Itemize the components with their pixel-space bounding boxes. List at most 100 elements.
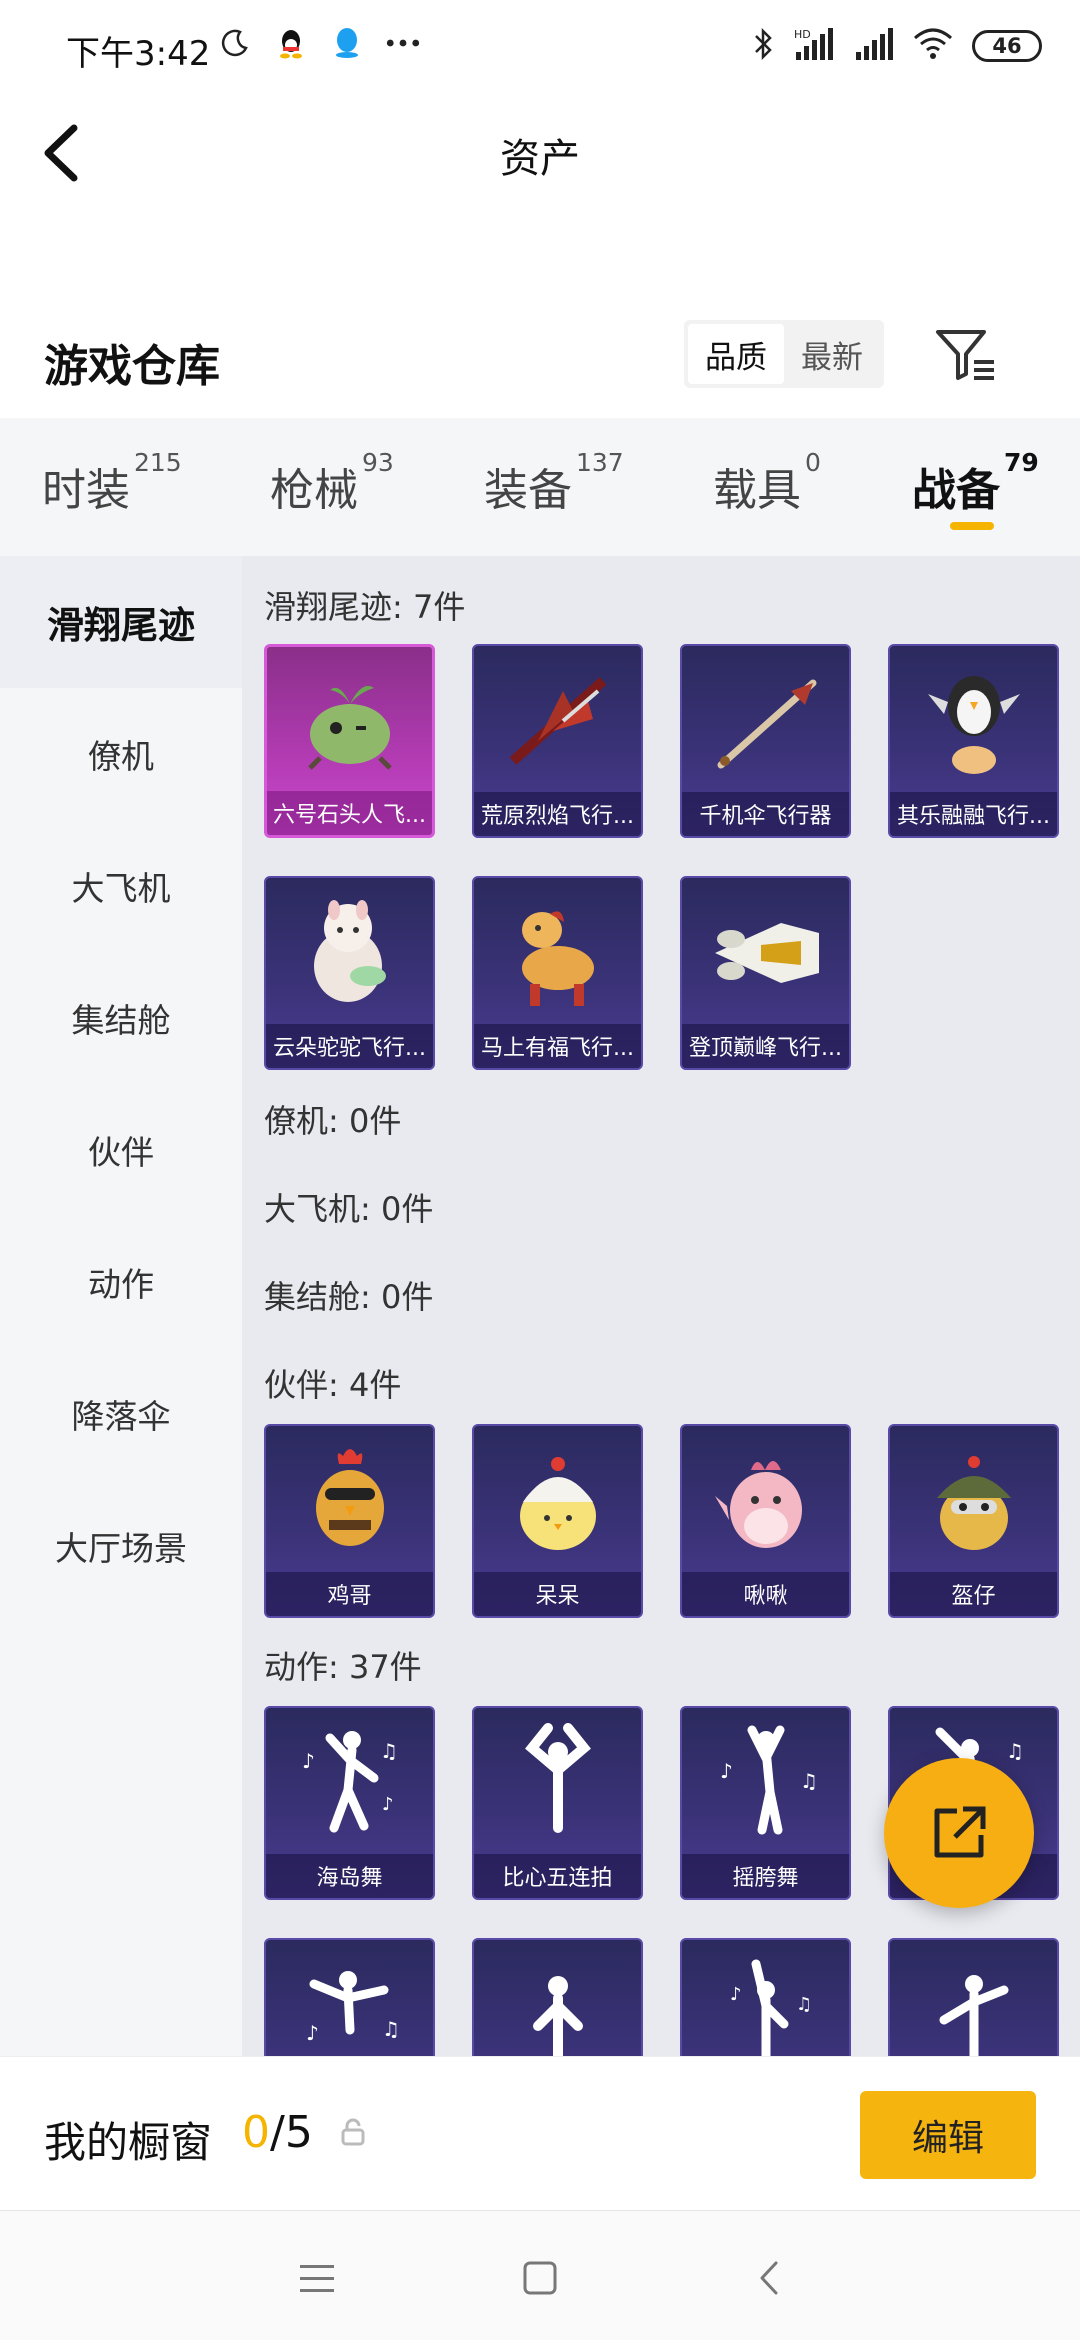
svg-text:♫: ♫ xyxy=(1006,1739,1024,1763)
alpaca-glider-icon xyxy=(266,878,433,1028)
section-heading-plane: 大飞机: 0件 xyxy=(264,1190,434,1228)
menu-icon xyxy=(300,2265,334,2292)
item-card[interactable]: 马上有福飞行... xyxy=(472,876,643,1070)
sort-newest-button[interactable]: 最新 xyxy=(784,324,880,384)
item-name: 海岛舞 xyxy=(266,1854,433,1898)
active-tab-indicator xyxy=(950,522,994,530)
sort-quality-button[interactable]: 品质 xyxy=(688,324,784,384)
battery-indicator: 46 xyxy=(972,30,1042,62)
sidebar-item-plane[interactable]: 大飞机 xyxy=(0,820,242,952)
category-tabs: 时装215 枪械93 装备137 载具0 战备79 xyxy=(0,418,1080,556)
svg-text:♫: ♫ xyxy=(800,1769,818,1793)
chicken-brother-icon xyxy=(266,1426,433,1576)
flame-glider-icon xyxy=(474,646,641,796)
umbrella-glider-icon xyxy=(682,646,849,796)
item-card[interactable]: 呆呆 xyxy=(472,1424,643,1618)
item-name: 啾啾 xyxy=(682,1572,849,1616)
sidebar-item-partner[interactable]: 伙伴 xyxy=(0,1084,242,1216)
tab-equipment[interactable]: 装备137 xyxy=(484,448,624,518)
svg-text:♪: ♪ xyxy=(720,1759,733,1783)
svg-text:♪: ♪ xyxy=(306,2021,319,2045)
sidebar-item-pod[interactable]: 集结舱 xyxy=(0,952,242,1084)
showcase-title: 我的橱窗 xyxy=(44,2118,213,2167)
edit-button[interactable]: 编辑 xyxy=(860,2091,1036,2179)
dancer-icon xyxy=(890,1940,1057,2056)
item-card[interactable]: ♪♫ xyxy=(264,1938,435,2056)
item-card[interactable]: 荒原烈焰飞行... xyxy=(472,644,643,838)
item-card[interactable] xyxy=(472,1938,643,2056)
horse-glider-icon xyxy=(474,878,641,1028)
system-back-button[interactable] xyxy=(744,2253,794,2303)
item-card[interactable]: 云朵驼驼飞行... xyxy=(264,876,435,1070)
item-card[interactable]: ♪ ♫ 摇胯舞 xyxy=(680,1706,851,1900)
item-name: 千机伞飞行器 xyxy=(682,792,849,836)
sort-toggle: 品质 最新 xyxy=(684,320,884,388)
page-title: 资产 xyxy=(500,136,580,182)
section-heading-emote: 动作: 37件 xyxy=(264,1648,422,1686)
sidebar-item-parachute[interactable]: 降落伞 xyxy=(0,1348,242,1480)
signal-icon xyxy=(854,26,894,66)
tab-fashion[interactable]: 时装215 xyxy=(42,448,182,518)
dai-chick-icon xyxy=(474,1426,641,1576)
helmet-chick-icon xyxy=(890,1426,1057,1576)
hip-dance-icon: ♪ ♫ xyxy=(682,1708,849,1858)
sidebar-item-emote[interactable]: 动作 xyxy=(0,1216,242,1348)
filter-button[interactable] xyxy=(932,324,998,386)
lock-icon xyxy=(338,2117,368,2147)
item-card[interactable]: 登顶巅峰飞行... xyxy=(680,876,851,1070)
item-card[interactable] xyxy=(888,1938,1059,2056)
item-card[interactable]: 六号石头人飞... xyxy=(264,644,435,838)
qq-blue-icon xyxy=(330,26,364,60)
home-button[interactable] xyxy=(515,2253,565,2303)
item-card[interactable]: 千机伞飞行器 xyxy=(680,644,851,838)
tab-vehicles[interactable]: 载具0 xyxy=(713,448,821,518)
item-card[interactable]: ♪♫ xyxy=(680,1938,851,2056)
sidebar-item-wingman[interactable]: 僚机 xyxy=(0,688,242,820)
showcase-count: 0/5 xyxy=(242,2107,313,2158)
heart-pose-icon xyxy=(474,1708,641,1858)
status-time: 下午3:42 xyxy=(66,34,211,74)
sidebar-item-lobby-scene[interactable]: 大厅场景 xyxy=(0,1480,242,1612)
item-card[interactable]: 比心五连拍 xyxy=(472,1706,643,1900)
notification-icons xyxy=(218,26,420,60)
item-name: 呆呆 xyxy=(474,1572,641,1616)
svg-text:♪: ♪ xyxy=(302,1749,315,1773)
item-card[interactable]: 鸡哥 xyxy=(264,1424,435,1618)
penguin-glider-icon xyxy=(890,646,1057,796)
item-name: 马上有福飞行... xyxy=(474,1024,641,1068)
qq-icon xyxy=(274,26,308,60)
sidebar-item-glider-trail[interactable]: 滑翔尾迹 xyxy=(0,556,242,688)
filter-icon xyxy=(936,330,994,380)
svg-text:♪: ♪ xyxy=(382,1794,394,1815)
item-card[interactable]: 盔仔 xyxy=(888,1424,1059,1618)
item-name: 摇胯舞 xyxy=(682,1854,849,1898)
svg-text:♫: ♫ xyxy=(382,2017,400,2041)
system-indicators: HD 46 xyxy=(752,26,1042,66)
item-name: 六号石头人飞... xyxy=(267,791,432,835)
tab-readiness[interactable]: 战备79 xyxy=(912,448,1039,518)
showcase-bar: 我的橱窗 0/5 编辑 xyxy=(0,2056,1080,2210)
item-card[interactable]: 啾啾 xyxy=(680,1424,851,1618)
menu-button[interactable] xyxy=(292,2253,342,2303)
section-heading-wingman: 僚机: 0件 xyxy=(264,1102,402,1140)
item-card[interactable]: ♪ ♫ ♪ 海岛舞 xyxy=(264,1706,435,1900)
section-heading-glider: 滑翔尾迹: 7件 xyxy=(264,588,466,626)
tab-guns[interactable]: 枪械93 xyxy=(270,448,394,518)
more-dots-icon xyxy=(386,26,420,60)
dancer-icon: ♪ ♫ xyxy=(682,1940,849,2056)
svg-text:♪: ♪ xyxy=(730,1984,742,2005)
item-name: 比心五连拍 xyxy=(474,1854,641,1898)
jet-glider-icon xyxy=(682,878,849,1028)
item-name: 荒原烈焰飞行... xyxy=(474,792,641,836)
share-fab-button[interactable] xyxy=(884,1758,1034,1908)
item-name: 鸡哥 xyxy=(266,1572,433,1616)
dancer-icon: ♪ ♫ ♪ xyxy=(266,1708,433,1858)
svg-text:♫: ♫ xyxy=(380,1739,398,1763)
warehouse-title: 游戏仓库 xyxy=(44,341,220,392)
warehouse-header: 游戏仓库 品质 最新 xyxy=(0,300,1080,418)
dancer-icon: ♪ ♫ xyxy=(266,1940,433,2056)
back-triangle-icon xyxy=(760,2261,778,2295)
item-card[interactable]: 其乐融融飞行... xyxy=(888,644,1059,838)
svg-text:HD: HD xyxy=(794,28,811,41)
system-nav-bar xyxy=(0,2210,1080,2340)
